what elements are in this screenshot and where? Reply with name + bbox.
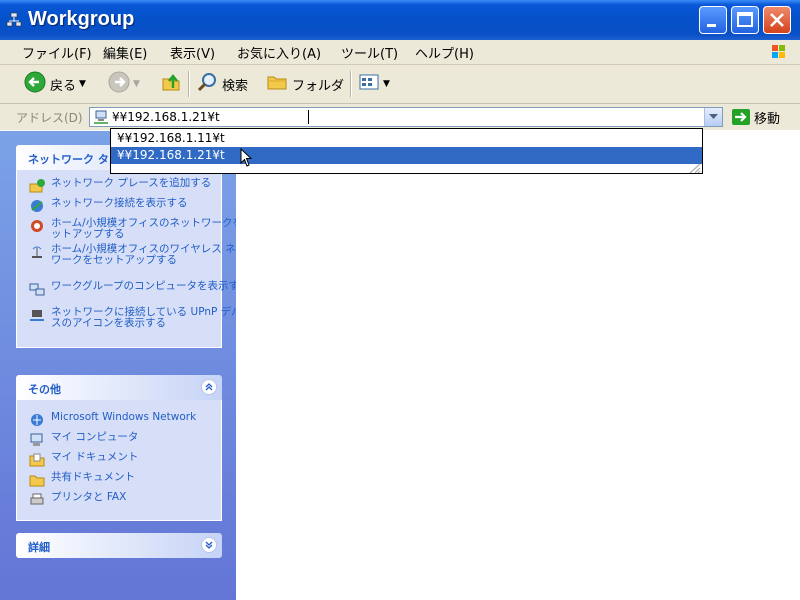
place-link-label: マイ コンピュータ <box>51 431 139 443</box>
forward-dropdown-icon[interactable]: ▼ <box>133 79 140 89</box>
home-network-setup-icon <box>29 218 45 234</box>
collapse-chevron-icon[interactable] <box>201 537 217 553</box>
task-pane: ネットワーク タスク ネットワーク プレースを追加する ネットワーク接続を表示す… <box>0 131 257 600</box>
task-link-label: ネットワーク接続を表示する <box>51 197 188 209</box>
go-arrow-icon <box>732 109 750 125</box>
my-documents-icon <box>29 452 45 468</box>
windows-logo-icon <box>766 42 792 62</box>
shared-documents-icon <box>29 472 45 488</box>
text-caret <box>308 110 309 124</box>
place-link-windows-network[interactable]: Microsoft Windows Network <box>17 411 263 426</box>
toolbar: 戻る ▼ ▼ 検索 フォルダ ▼ <box>0 65 800 104</box>
mouse-pointer-icon <box>240 147 254 168</box>
task-link-upnp-devices[interactable]: ネットワークに接続している UPnP デバイスのアイコンを表示する <box>17 307 263 329</box>
task-link-home-network-setup[interactable]: ホーム/小規模オフィスのネットワークをセットアップする <box>17 218 263 240</box>
minimize-button[interactable] <box>699 6 727 34</box>
task-link-label: ホーム/小規模オフィスのネットワークをセットアップする <box>51 217 254 240</box>
task-link-label: ワークグループのコンピュータを表示する <box>51 280 250 292</box>
details-header[interactable]: 詳細 <box>16 533 222 558</box>
back-arrow-icon <box>24 71 46 97</box>
back-label: 戻る <box>50 78 77 94</box>
autocomplete-item-text: ¥¥192.168.1.21¥t <box>117 148 225 162</box>
up-folder-button[interactable] <box>160 71 182 97</box>
address-value: ¥¥192.168.1.21¥t <box>112 110 220 124</box>
address-autocomplete-list: ¥¥192.168.1.11¥t ¥¥192.168.1.21¥t <box>110 128 703 174</box>
task-link-add-network-place[interactable]: ネットワーク プレースを追加する <box>17 177 263 193</box>
up-folder-icon <box>160 71 182 97</box>
search-label: 検索 <box>222 78 249 94</box>
autocomplete-item-text: ¥¥192.168.1.11¥t <box>117 131 225 145</box>
printers-fax-icon <box>29 492 45 508</box>
task-link-wireless-setup[interactable]: ホーム/小規模オフィスのワイヤレス ネットワークをセットアップする <box>17 244 263 266</box>
address-dropdown-button[interactable] <box>704 108 722 126</box>
address-input[interactable]: ¥¥192.168.1.21¥t <box>89 107 723 127</box>
go-button[interactable]: 移動 <box>732 107 780 127</box>
windows-network-icon <box>29 412 45 428</box>
menu-edit[interactable]: 編集(E) <box>103 43 147 62</box>
address-bar: アドレス(D) ¥¥192.168.1.21¥t 移動 <box>0 104 800 130</box>
maximize-button[interactable] <box>731 6 759 34</box>
other-places-header[interactable]: その他 <box>16 375 222 400</box>
toolbar-separator <box>188 71 190 97</box>
network-computer-icon <box>93 110 109 124</box>
my-computer-icon <box>29 432 45 448</box>
menu-file[interactable]: ファイル(F) <box>22 43 92 62</box>
folders-button[interactable]: フォルダ <box>266 71 344 97</box>
place-link-label: マイ ドキュメント <box>51 451 139 463</box>
back-dropdown-icon[interactable]: ▼ <box>79 79 86 89</box>
views-button[interactable]: ▼ <box>358 71 390 97</box>
menu-help[interactable]: ヘルプ(H) <box>415 43 474 62</box>
network-connections-icon <box>29 198 45 214</box>
upnp-devices-icon <box>29 307 45 323</box>
menu-view[interactable]: 表示(V) <box>170 43 215 62</box>
add-network-place-icon <box>29 178 45 194</box>
resize-grip-icon[interactable] <box>687 162 701 174</box>
network-app-icon <box>6 12 22 28</box>
views-dropdown-icon[interactable]: ▼ <box>383 79 390 89</box>
views-icon <box>358 71 380 97</box>
network-tasks-panel: ネットワーク タスク ネットワーク プレースを追加する ネットワーク接続を表示す… <box>16 145 257 348</box>
place-link-label: プリンタと FAX <box>51 491 127 503</box>
autocomplete-item-selected[interactable]: ¥¥192.168.1.21¥t <box>111 147 702 164</box>
menu-bar: ファイル(F) 編集(E) 表示(V) お気に入り(A) ツール(T) ヘルプ(… <box>0 40 800 65</box>
menu-favorites[interactable]: お気に入り(A) <box>237 43 321 62</box>
go-label: 移動 <box>754 111 781 127</box>
other-places-panel: その他 Microsoft Windows Network マイ コンピュータ … <box>16 375 222 521</box>
place-link-label: Microsoft Windows Network <box>51 411 197 423</box>
details-panel: 詳細 <box>16 533 222 558</box>
menu-tools[interactable]: ツール(T) <box>341 43 398 62</box>
search-icon <box>196 71 218 97</box>
panel-title: 詳細 <box>28 541 50 554</box>
other-places-body: Microsoft Windows Network マイ コンピュータ マイ ド… <box>16 400 222 521</box>
network-tasks-body: ネットワーク プレースを追加する ネットワーク接続を表示する ホーム/小規模オフ… <box>16 170 257 348</box>
place-link-label: 共有ドキュメント <box>51 471 135 483</box>
place-link-printers-fax[interactable]: プリンタと FAX <box>17 491 263 505</box>
task-link-network-connections[interactable]: ネットワーク接続を表示する <box>17 197 263 212</box>
place-link-my-documents[interactable]: マイ ドキュメント <box>17 451 263 467</box>
folders-icon <box>266 71 288 97</box>
folder-content-area[interactable] <box>236 131 800 600</box>
search-button[interactable]: 検索 <box>196 71 248 97</box>
collapse-chevron-icon[interactable] <box>201 379 217 395</box>
folders-label: フォルダ <box>292 78 345 94</box>
toolbar-separator <box>350 71 352 97</box>
autocomplete-item[interactable]: ¥¥192.168.1.11¥t <box>111 130 702 147</box>
close-button[interactable] <box>763 6 791 34</box>
forward-button[interactable]: ▼ <box>108 71 140 97</box>
address-label: アドレス(D) <box>16 111 83 125</box>
task-link-label: ネットワークに接続している UPnP デバイスのアイコンを表示する <box>51 306 253 329</box>
wireless-setup-icon <box>29 244 45 260</box>
task-link-label: ホーム/小規模オフィスのワイヤレス ネットワークをセットアップする <box>51 243 257 266</box>
title-bar[interactable]: Workgroup <box>0 0 800 40</box>
task-link-workgroup-computers[interactable]: ワークグループのコンピュータを表示する <box>17 280 263 296</box>
place-link-my-computer[interactable]: マイ コンピュータ <box>17 431 263 446</box>
place-link-shared-documents[interactable]: 共有ドキュメント <box>17 471 263 487</box>
panel-title: その他 <box>28 383 61 396</box>
window-title: Workgroup <box>28 8 135 30</box>
task-link-label: ネットワーク プレースを追加する <box>51 177 212 189</box>
forward-arrow-icon <box>108 71 130 97</box>
back-button[interactable]: 戻る ▼ <box>24 71 86 97</box>
workgroup-computers-icon <box>29 281 45 297</box>
